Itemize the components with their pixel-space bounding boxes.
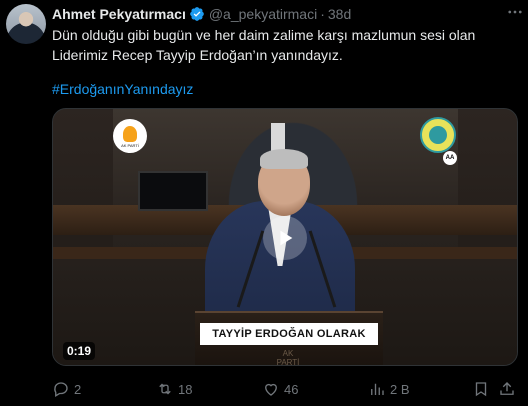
emblem-logo — [420, 117, 456, 153]
timestamp[interactable]: 38d — [328, 6, 351, 22]
verified-badge-icon[interactable] — [189, 6, 205, 22]
repost-icon — [159, 383, 171, 395]
emblem-logo-center — [429, 126, 447, 144]
video-duration: 0:19 — [63, 342, 96, 360]
reply-button[interactable]: 2 — [52, 380, 81, 398]
monitor — [138, 171, 208, 211]
views-count: 2 B — [390, 381, 410, 397]
play-button[interactable] — [263, 216, 307, 260]
reply-count: 2 — [74, 381, 82, 397]
tweet-text: Dün olduğu gibi bugün ve her daim zalime… — [52, 25, 512, 65]
bookmark-icon — [475, 382, 487, 397]
tweet-text-line-1: Dün olduğu gibi bugün ve her daim zalime… — [52, 27, 476, 43]
like-button[interactable]: 46 — [262, 380, 298, 398]
share-icon — [500, 382, 514, 395]
author-handle[interactable]: @a_pekyatirmaci — [209, 6, 317, 22]
podium-logo: AK PARTİ — [276, 349, 300, 366]
speaker-hair — [260, 149, 308, 169]
like-count: 46 — [284, 381, 299, 397]
reply-icon — [54, 382, 68, 397]
author-name[interactable]: Ahmet Pekyatırmacı — [52, 6, 186, 22]
views-icon — [371, 383, 384, 395]
podium-label: TAYYİP ERDOĞAN OLARAK — [200, 323, 378, 345]
tweet[interactable]: Ahmet Pekyatırmacı @a_pekyatirmaci · 38d… — [0, 0, 528, 406]
video-player[interactable]: TAYYİP ERDOĞAN OLARAK AK PARTİ AK PARTİ … — [52, 108, 518, 366]
repost-count: 18 — [178, 381, 193, 397]
more-icon[interactable] — [505, 3, 525, 21]
like-icon — [265, 383, 277, 396]
tweet-text-line-2: Liderimiz Recep Tayyip Erdoğan’ın yanınd… — [52, 47, 343, 63]
party-logo-text: AK PARTİ — [121, 143, 139, 148]
bulb-icon — [123, 126, 137, 142]
wall-panel — [53, 109, 113, 259]
play-icon — [280, 230, 293, 246]
separator-dot: · — [320, 6, 325, 22]
action-bar: 2 18 46 2 B — [52, 378, 518, 400]
hashtag-link[interactable]: #ErdoğanınYanındayız — [52, 79, 193, 99]
views-button[interactable]: 2 B — [368, 380, 410, 398]
tweet-header: Ahmet Pekyatırmacı @a_pekyatirmaci · 38d — [52, 5, 351, 23]
share-button[interactable] — [498, 380, 520, 398]
bookmark-button[interactable] — [472, 380, 494, 398]
wall-panel — [458, 109, 517, 259]
avatar[interactable] — [6, 4, 46, 44]
repost-button[interactable]: 18 — [156, 380, 192, 398]
agency-badge: AA — [443, 151, 457, 165]
